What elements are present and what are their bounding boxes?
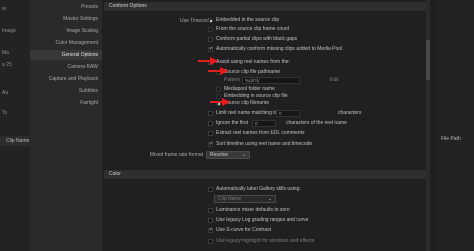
background-right-panel: File Path [438,0,474,251]
left-panel-item: a 25 [2,62,12,68]
s-curve-checkbox[interactable] [208,227,213,233]
sidebar-item-capture-playback[interactable]: Capture and Playback [49,76,98,82]
pattern-input[interactable]: %(d/?)/ [242,77,300,84]
color-header[interactable]: Color [104,170,426,179]
ignore-first-input[interactable]: 0 [252,120,276,127]
luminance-mixer-label: Luminance mixer defaults to zero [216,207,290,213]
mixed-frame-rate-value: Resolve [210,152,229,158]
s-curve-label: Use S-curve for Contrast [216,227,272,233]
extract-reel-names-checkbox[interactable] [208,131,213,136]
conform-black-gaps-label: Conform partial clips with black gaps [216,36,298,42]
reel-mediapool-folder-radio[interactable] [216,87,221,92]
red-arrow-annotation-filename [210,98,230,106]
ignore-first-checkbox[interactable] [208,121,213,126]
sidebar-item-master-settings[interactable]: Master Settings [63,16,98,22]
mixed-frame-rate-label: Mixed frame rate format [149,152,203,158]
pattern-label: Pattern [224,77,241,83]
timecode-frame-count-radio[interactable] [208,27,213,32]
sidebar-item-camera-raw[interactable]: Camera RAW [67,64,98,70]
red-arrow-annotation-pathname [208,67,228,75]
conform-options-header[interactable]: Conform Options [104,2,426,11]
legacy-mixer-checkbox[interactable] [208,239,213,244]
legacy-mixer-label: Use legacy highlight for windows and eff… [216,238,315,244]
scrollbar-thumb[interactable] [426,40,430,80]
settings-sidebar: Presets Master Settings Image Scaling Co… [30,0,102,251]
extract-reel-names-label: Extract reel names from EDL comments [216,130,305,136]
left-panel-item: Image [2,28,16,34]
legacy-log-checkbox[interactable] [208,218,213,223]
red-arrow-annotation-assist [198,57,218,65]
clip-name-header[interactable]: Clip Name [0,136,30,146]
chevron-down-icon: ⌄ [267,196,272,202]
assist-reel-names-label: Assist using reel names from the: [216,59,290,65]
reel-embedded-label: Embedding in source clip file [224,93,288,99]
limit-reel-name-label: Limit reel name matching to [216,110,278,116]
sidebar-item-presets[interactable]: Presets [81,4,98,10]
limit-reel-name-input[interactable]: 0 [276,110,300,117]
gallery-label-dropdown[interactable]: Clip Name ⌄ [214,195,276,203]
sidebar-item-color-management[interactable]: Color Management [55,40,98,46]
background-left-panel: er Image Ma a 25 Au Ts Clip Name [0,0,30,251]
ignore-first-label: Ignore the first [216,120,248,126]
ignore-first-suffix: characters of the reel name [286,120,347,126]
left-panel-item: er [2,6,7,12]
sort-timeline-checkbox[interactable] [208,141,213,147]
legacy-log-label: Use legacy Log grading ranges and curve [216,217,309,223]
sort-timeline-label: Sort timeline using reel name and timeco… [216,141,313,147]
project-settings-dialog: Presets Master Settings Image Scaling Co… [30,0,438,251]
luminance-mixer-checkbox[interactable] [208,208,213,213]
sidebar-item-image-scaling[interactable]: Image Scaling [66,28,98,34]
pattern-edit-button[interactable]: Edit [330,77,339,83]
reel-mediapool-folder-label: Mediapool folder name [224,86,275,92]
reel-source-pathname-label: Source clip file pathname [224,69,281,75]
content-scrollbar[interactable] [426,0,430,251]
conform-black-gaps-checkbox[interactable] [208,37,213,42]
auto-conform-missing-label: Automatically conform missing clips adde… [216,46,343,52]
mixed-frame-rate-dropdown[interactable]: Resolve ⌄ [206,151,250,159]
sidebar-item-general-options[interactable]: General Options [30,50,102,60]
file-path-header[interactable]: File Path [441,136,461,142]
left-panel-item: Ma [2,50,9,56]
limit-reel-name-checkbox[interactable] [208,111,213,116]
sidebar-item-fairlight[interactable]: Fairlight [80,100,98,106]
settings-content: Conform Options Use Timecode Embedded in… [102,0,438,251]
left-panel-item: Au [2,90,9,96]
timecode-frame-count-label: From the source clip frame count [216,26,290,32]
timecode-embedded-label: Embedded in the source clip [216,17,280,23]
auto-conform-missing-checkbox[interactable] [208,46,213,52]
chevron-down-icon: ⌄ [241,152,246,158]
auto-label-gallery-checkbox[interactable] [208,187,213,192]
limit-reel-name-suffix: characters [338,110,362,116]
gallery-label-value: Clip Name [218,196,242,202]
timecode-embedded-radio[interactable] [208,18,213,23]
sidebar-item-subtitles[interactable]: Subtitles [79,88,98,94]
auto-label-gallery-label: Automatically label Gallery stills using… [216,186,301,192]
left-panel-item: Ts [2,110,7,116]
